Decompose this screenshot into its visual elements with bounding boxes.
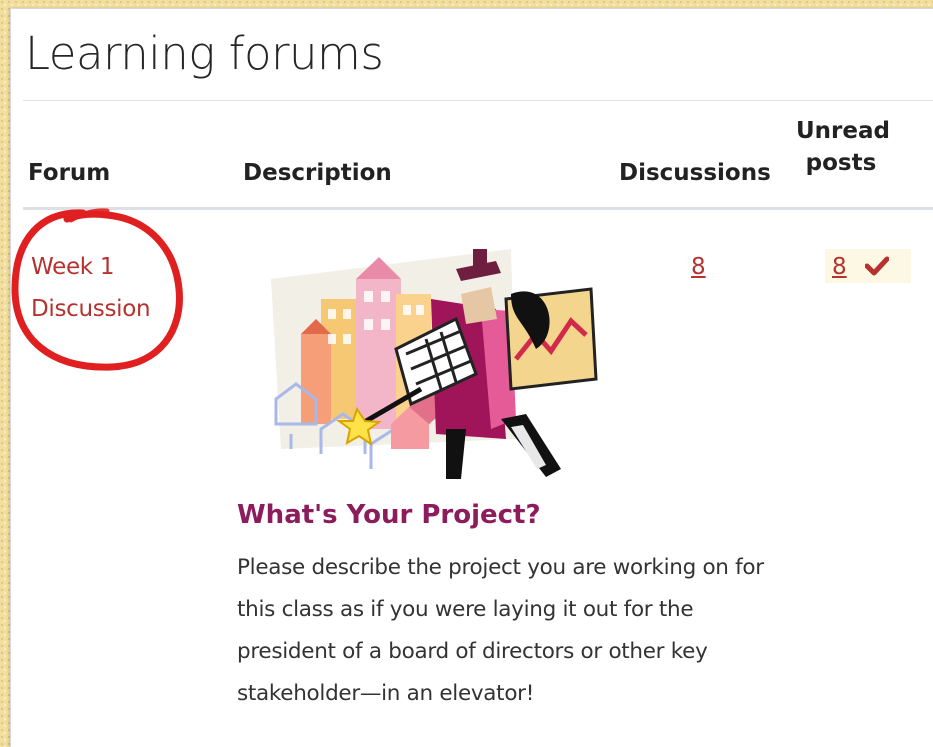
header-divider: [23, 207, 933, 210]
column-header-forum: Forum: [28, 160, 111, 186]
project-presenter-clipart: [271, 249, 598, 479]
check-icon[interactable]: [865, 255, 889, 277]
page-title: Learning forums: [25, 27, 384, 80]
unread-posts-cell: 8: [825, 249, 911, 283]
discussions-count-link[interactable]: 8: [691, 246, 706, 288]
description-heading: What's Your Project?: [237, 500, 541, 530]
column-header-unread-posts: Unread posts: [796, 118, 890, 177]
column-header-description: Description: [243, 160, 392, 186]
description-text: Please describe the project you are work…: [237, 555, 764, 706]
unread-posts-count-link[interactable]: 8: [832, 246, 847, 288]
forum-list-panel: Learning forums Forum Description Discus…: [10, 8, 933, 747]
title-divider: [23, 100, 933, 101]
column-header-discussions: Discussions: [619, 160, 771, 186]
forum-link-week-1[interactable]: Week 1 Discussion: [31, 246, 181, 330]
